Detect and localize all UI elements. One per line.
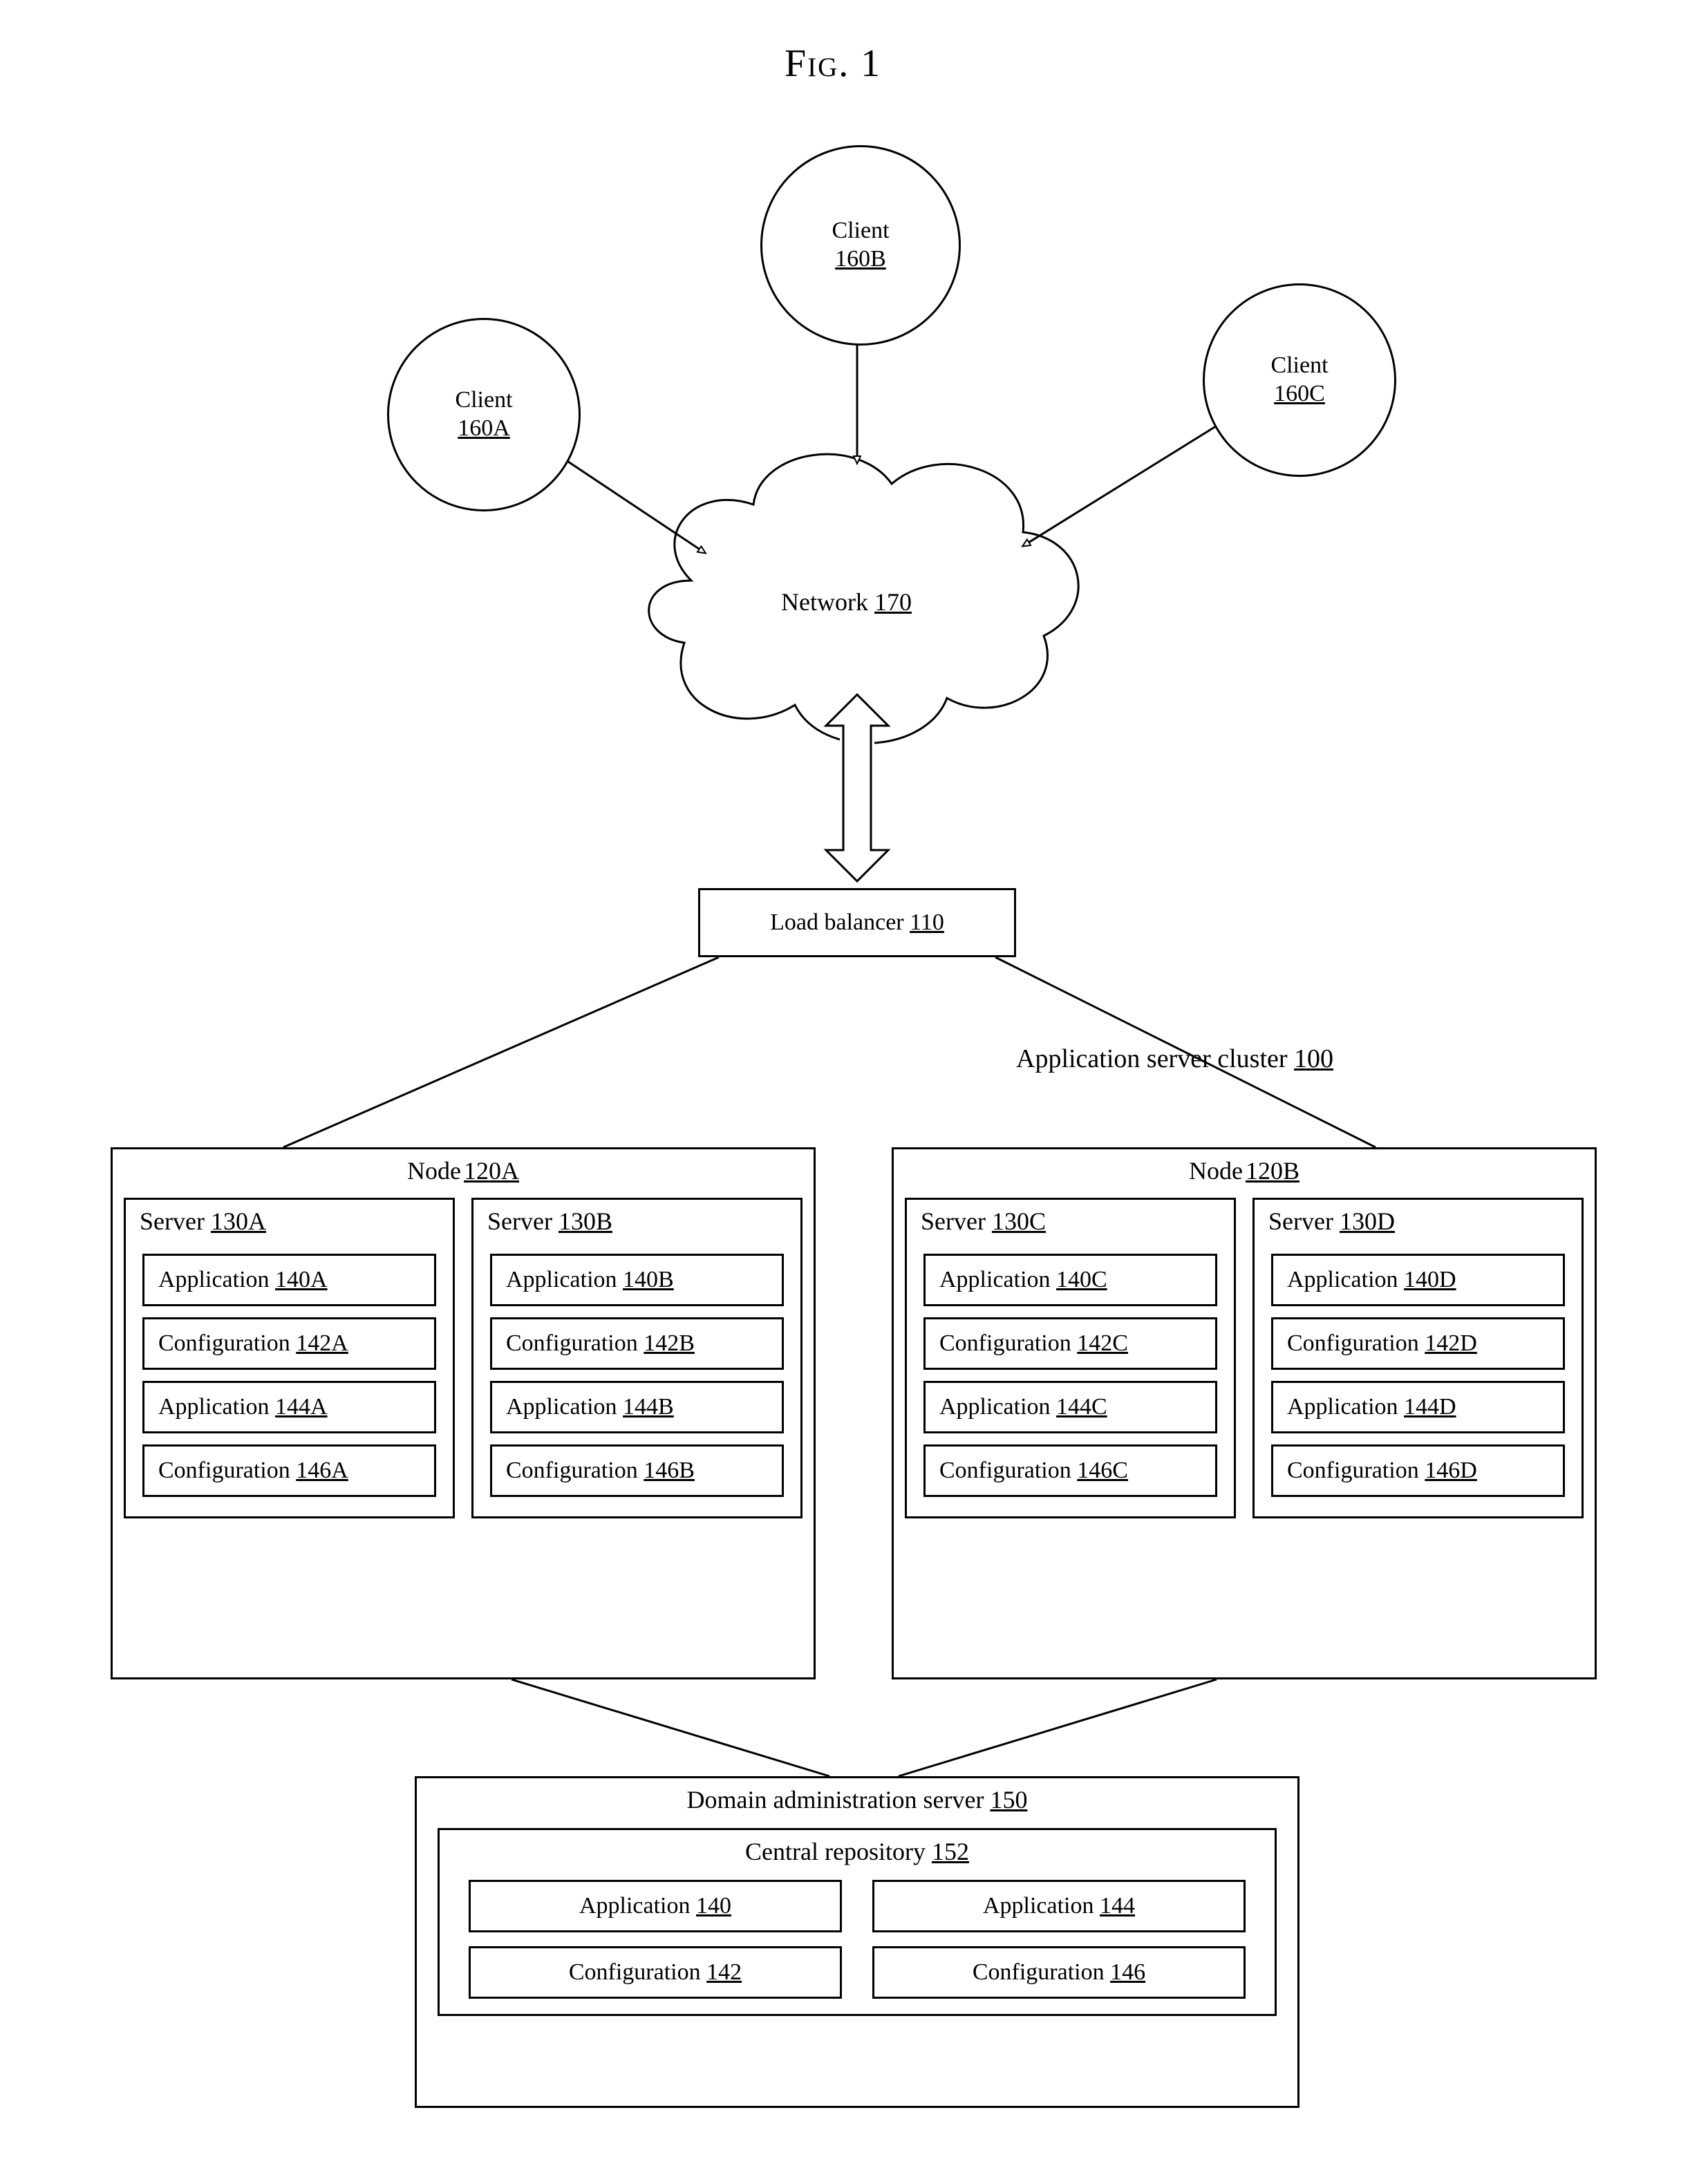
client-c-ref: 160C	[1274, 380, 1325, 408]
load-balancer: Load balancer 110	[698, 888, 1016, 957]
client-b-ref: 160B	[835, 245, 886, 274]
item-142c: Configuration 142C	[923, 1317, 1217, 1370]
item-146b: Configuration 146B	[490, 1444, 784, 1497]
item-140a: Application 140A	[142, 1254, 436, 1306]
cluster-label: Application server cluster 100	[1016, 1044, 1333, 1074]
load-balancer-label: Load balancer 110	[770, 910, 944, 936]
item-144b: Application 144B	[490, 1381, 784, 1433]
client-a-ref: 160A	[458, 415, 510, 443]
client-b: Client 160B	[760, 145, 961, 346]
das-title: Domain administration server 150	[417, 1778, 1297, 1821]
server-130a-title: Server 130A	[126, 1200, 453, 1243]
item-144a: Application 144A	[142, 1381, 436, 1433]
repo-item-146: Configuration 146	[872, 1946, 1246, 1999]
server-130d: Server 130D Application 140D Configurati…	[1252, 1198, 1584, 1518]
item-140d: Application 140D	[1271, 1254, 1565, 1306]
node-a: Node120A Server 130A Application 140A Co…	[111, 1147, 816, 1679]
repo-item-140: Application 140	[469, 1880, 842, 1932]
client-a-label: Client	[455, 386, 512, 415]
client-a: Client 160A	[387, 318, 581, 511]
item-144c: Application 144C	[923, 1381, 1217, 1433]
network-label: Network 170	[781, 587, 912, 616]
figure-title: Fig. 1	[785, 41, 881, 86]
item-142a: Configuration 142A	[142, 1317, 436, 1370]
repo-item-144: Application 144	[872, 1880, 1246, 1932]
item-140b: Application 140B	[490, 1254, 784, 1306]
server-130c-title: Server 130C	[907, 1200, 1234, 1243]
das: Domain administration server 150 Central…	[415, 1776, 1299, 2108]
client-c-label: Client	[1270, 352, 1328, 380]
item-142d: Configuration 142D	[1271, 1317, 1565, 1370]
central-repository: Central repository 152 Application 140 A…	[438, 1828, 1277, 2016]
item-146c: Configuration 146C	[923, 1444, 1217, 1497]
diagram-canvas: Fig. 1 Client 160A Client 160B Client 16…	[28, 28, 1680, 2129]
cloud-to-lb-arrow	[826, 691, 888, 885]
item-146d: Configuration 146D	[1271, 1444, 1565, 1497]
server-130b: Server 130B Application 140B Configurati…	[471, 1198, 803, 1518]
item-140c: Application 140C	[923, 1254, 1217, 1306]
item-142b: Configuration 142B	[490, 1317, 784, 1370]
item-144d: Application 144D	[1271, 1381, 1565, 1433]
node-a-title: Node120A	[113, 1149, 814, 1192]
node-b: Node120B Server 130C Application 140C Co…	[892, 1147, 1597, 1679]
node-b-title: Node120B	[894, 1149, 1595, 1192]
server-130d-title: Server 130D	[1255, 1200, 1582, 1243]
client-c: Client 160C	[1203, 283, 1396, 477]
client-b-label: Client	[832, 217, 889, 245]
server-130b-title: Server 130B	[473, 1200, 800, 1243]
repo-title: Central repository 152	[440, 1830, 1275, 1873]
item-146a: Configuration 146A	[142, 1444, 436, 1497]
server-130a: Server 130A Application 140A Configurati…	[124, 1198, 455, 1518]
server-130c: Server 130C Application 140C Configurati…	[905, 1198, 1236, 1518]
repo-item-142: Configuration 142	[469, 1946, 842, 1999]
